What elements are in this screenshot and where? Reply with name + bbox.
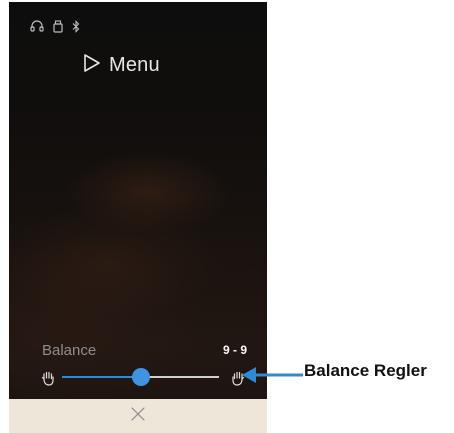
menu-button[interactable]: Menu — [83, 51, 160, 79]
bluetooth-icon — [72, 19, 80, 33]
play-outline-icon — [83, 53, 101, 78]
close-icon[interactable] — [130, 406, 146, 427]
balance-slider-row — [39, 366, 249, 392]
usb-icon — [53, 19, 63, 33]
app-screen: Menu Balance 9 - 9 — [9, 2, 267, 433]
callout-label: Balance Regler — [304, 361, 427, 380]
callout-arrow-icon — [240, 365, 304, 390]
menu-label: Menu — [109, 53, 160, 76]
balance-value: 9 - 9 — [222, 343, 247, 357]
headphones-icon — [30, 20, 44, 32]
hand-left-icon — [41, 370, 55, 391]
balance-slider-track[interactable] — [62, 368, 219, 386]
status-bar — [30, 17, 80, 35]
balance-label: Balance — [42, 342, 97, 359]
balance-slider-fill — [62, 376, 141, 378]
balance-slider-knob[interactable] — [131, 368, 150, 386]
bottom-bar — [9, 399, 267, 433]
